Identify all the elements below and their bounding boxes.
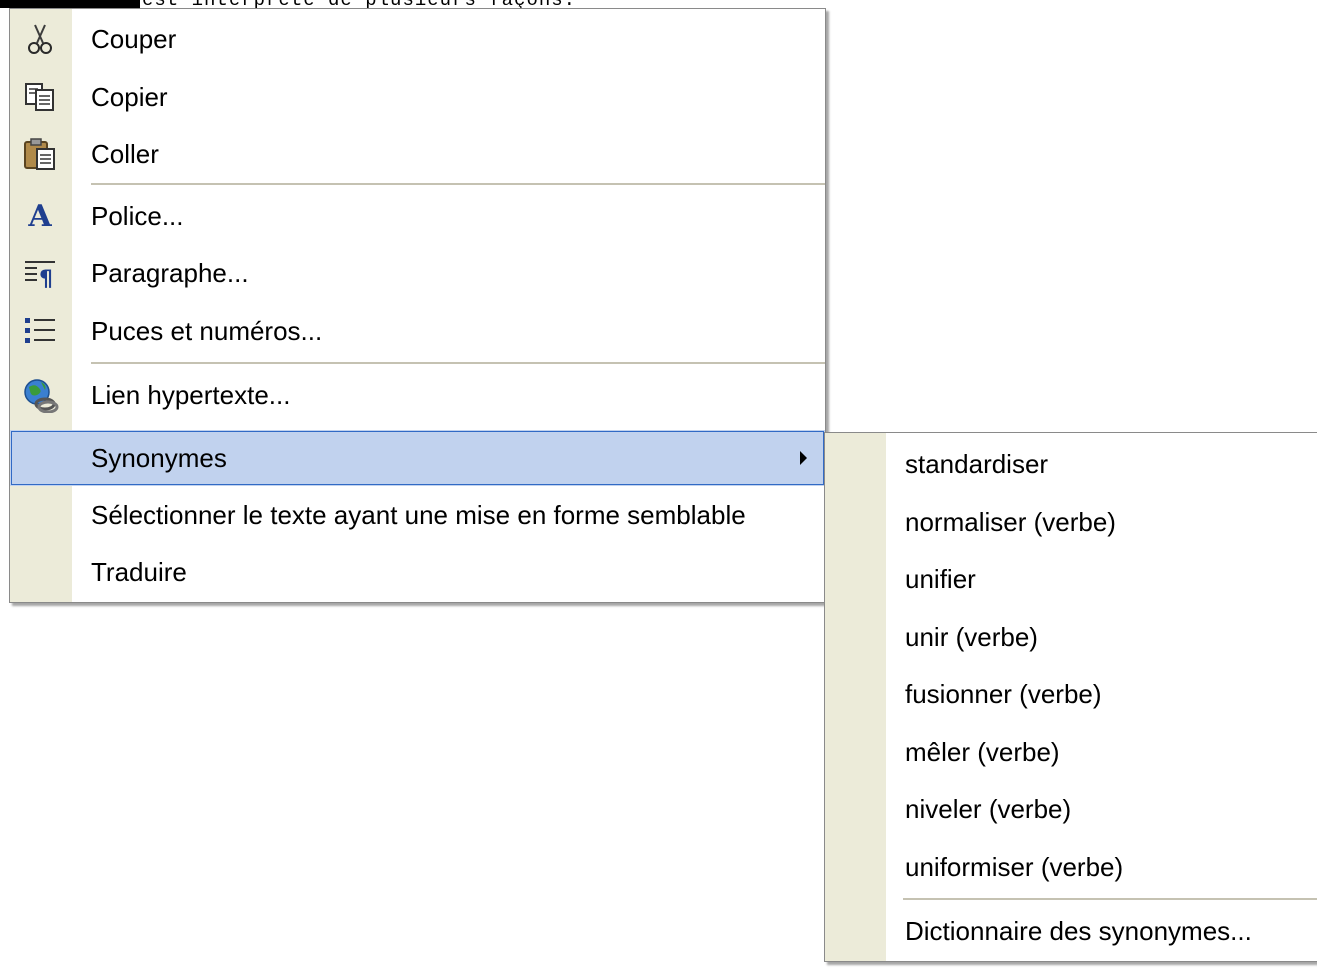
scissors-icon [10, 11, 70, 67]
synonym-item[interactable]: niveler (verbe) [825, 781, 1317, 837]
menu-item-label: Police... [91, 200, 184, 231]
document-text-strip: est interprété de plusieurs façons. [0, 0, 680, 8]
synonym-item[interactable]: unifier [825, 551, 1317, 607]
synonym-label: mêler (verbe) [905, 736, 1060, 767]
menu-item-couper[interactable]: Couper [10, 11, 825, 67]
copy-icon [10, 69, 70, 125]
menu-item-coller[interactable]: Coller [10, 126, 825, 182]
thesaurus-label: Dictionnaire des synonymes... [905, 915, 1252, 946]
menu-item-label: Copier [91, 81, 168, 112]
menu-item-label: Traduire [91, 556, 187, 587]
menu-item-police[interactable]: A Police... [10, 188, 825, 244]
submenu-arrow-icon [800, 451, 807, 465]
menu-item-label: Puces et numéros... [91, 315, 323, 346]
menu-separator [91, 362, 825, 364]
paste-icon [10, 126, 70, 182]
selected-word-highlight [0, 0, 140, 8]
menu-item-selectionner-texte[interactable]: Sélectionner le texte ayant une mise en … [10, 487, 825, 543]
svg-text:¶: ¶ [39, 267, 53, 288]
synonym-item[interactable]: uniformiser (verbe) [825, 839, 1317, 895]
menu-item-puces[interactable]: Puces et numéros... [10, 303, 825, 359]
synonym-label: standardiser [905, 448, 1049, 479]
menu-item-label: Lien hypertexte... [91, 379, 291, 410]
synonym-item[interactable]: standardiser [825, 436, 1317, 492]
synonym-label: fusionner (verbe) [905, 678, 1102, 709]
synonym-label: unifier [905, 563, 976, 594]
synonym-label: normaliser (verbe) [905, 506, 1116, 537]
synonym-label: uniformiser (verbe) [905, 851, 1124, 882]
menu-item-paragraphe[interactable]: ¶ Paragraphe... [10, 245, 825, 301]
synonym-item[interactable]: unir (verbe) [825, 609, 1317, 665]
bullets-icon [10, 303, 70, 359]
menu-item-label: Synonymes [91, 442, 227, 473]
menu-item-label: Sélectionner le texte ayant une mise en … [91, 499, 746, 530]
font-icon: A [28, 198, 52, 234]
menu-item-synonymes[interactable]: Synonymes [10, 430, 825, 486]
synonym-item[interactable]: mêler (verbe) [825, 724, 1317, 780]
menu-item-label: Couper [91, 23, 177, 54]
menu-separator [903, 898, 1317, 900]
menu-item-label: Paragraphe... [91, 257, 249, 288]
menu-item-label: Coller [91, 138, 159, 169]
menu-item-copier[interactable]: Copier [10, 69, 825, 125]
hyperlink-globe-icon [10, 367, 70, 423]
synonym-label: niveler (verbe) [905, 793, 1072, 824]
menu-item-traduire[interactable]: Traduire [10, 544, 825, 600]
synonym-label: unir (verbe) [905, 621, 1038, 652]
synonym-item[interactable]: normaliser (verbe) [825, 494, 1317, 550]
menu-separator [91, 183, 825, 185]
context-menu: Couper Copier Coller A Police... ¶ Parag… [9, 8, 826, 603]
document-text: est interprété de plusieurs façons. [142, 0, 576, 8]
thesaurus-item[interactable]: Dictionnaire des synonymes... [825, 903, 1317, 959]
paragraph-icon: ¶ [10, 245, 70, 301]
synonyms-submenu: standardiser normaliser (verbe) unifier … [824, 432, 1317, 962]
menu-item-lien-hypertexte[interactable]: Lien hypertexte... [10, 367, 825, 423]
synonym-item[interactable]: fusionner (verbe) [825, 666, 1317, 722]
